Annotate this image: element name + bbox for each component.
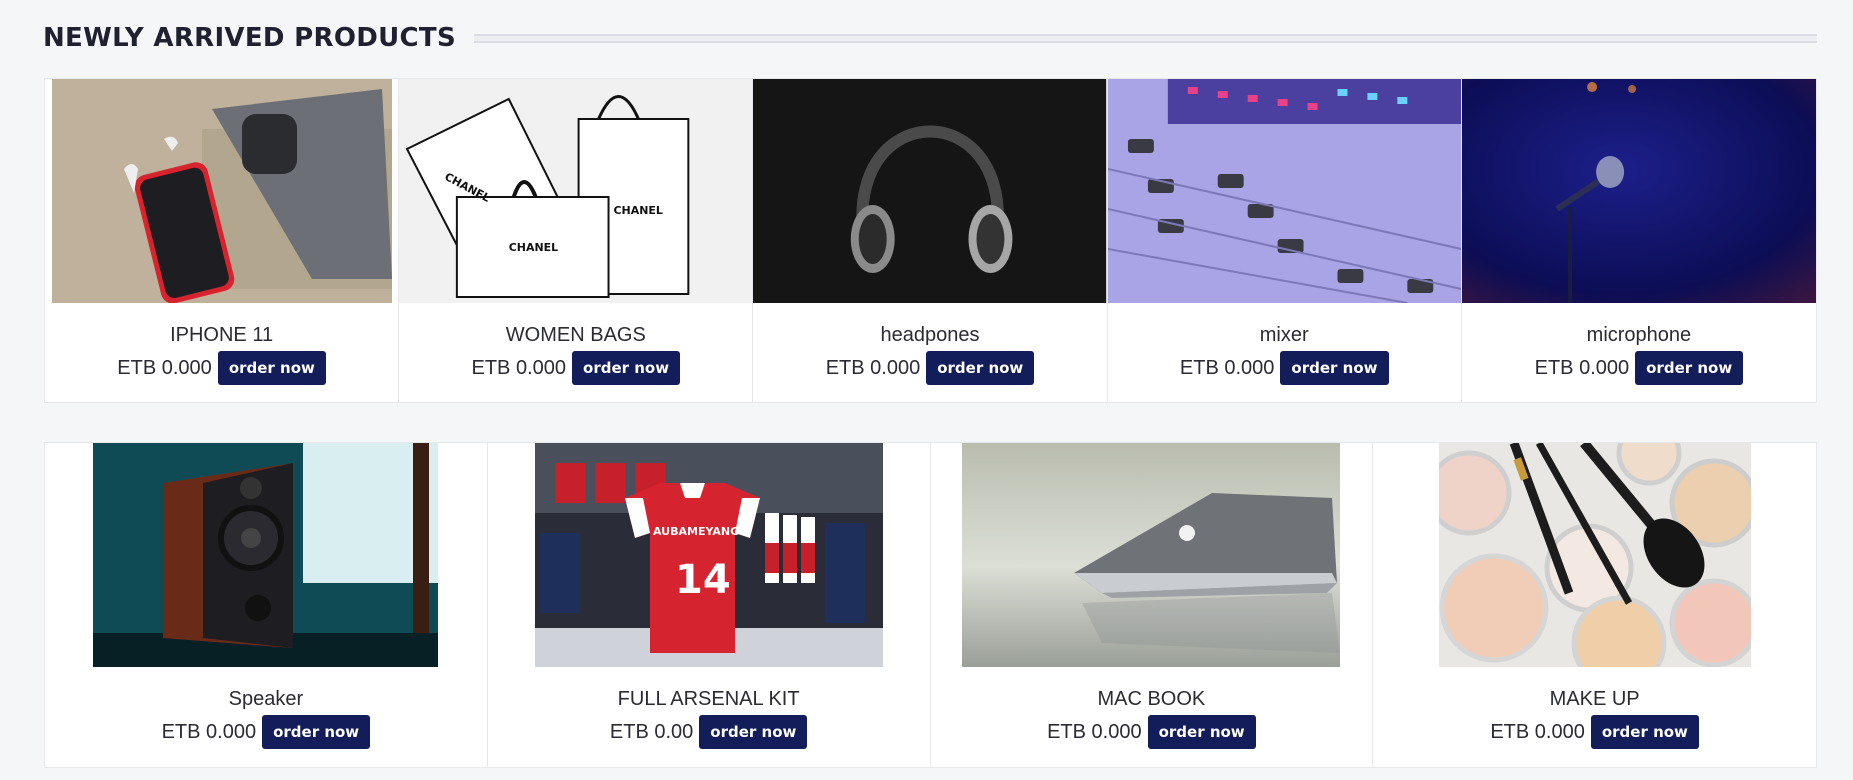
price-line: ETB 0.000 order now	[1047, 715, 1256, 749]
product-row-2: Speaker ETB 0.000 order now 14 AUBAMEYAN…	[44, 442, 1817, 768]
product-image-headphones[interactable]	[753, 79, 1107, 303]
product-name: microphone	[1586, 324, 1692, 346]
title-divider	[473, 33, 1817, 43]
product-name: FULL ARSENAL KIT	[617, 688, 800, 710]
product-image-arsenal-kit[interactable]: 14 AUBAMEYANG	[534, 443, 883, 667]
product-price: ETB 0.000	[1490, 720, 1585, 743]
order-now-button[interactable]: order now	[1280, 351, 1389, 385]
jersey-name: AUBAMEYANG	[653, 525, 739, 538]
product-image-microphone[interactable]	[1461, 79, 1817, 303]
order-now-button[interactable]: order now	[262, 715, 371, 749]
order-now-button[interactable]: order now	[1635, 351, 1744, 385]
price-line: ETB 0.000 order now	[1535, 351, 1744, 385]
order-now-button[interactable]: order now	[699, 715, 808, 749]
order-now-button[interactable]: order now	[1590, 715, 1699, 749]
product-name: WOMEN BAGS	[505, 324, 646, 346]
price-line: ETB 0.00 order now	[609, 715, 808, 749]
product-price: ETB 0.000	[471, 356, 567, 379]
bag-brand-label: CHANEL	[509, 241, 558, 254]
product-price: ETB 0.00	[609, 720, 694, 743]
product-row-1: IPHONE 11 ETB 0.000 order now CHANEL CHA…	[44, 78, 1817, 403]
order-now-button[interactable]: order now	[217, 351, 326, 385]
section-header: NEWLY ARRIVED PRODUCTS	[43, 18, 1817, 58]
product-image-mixer[interactable]	[1107, 79, 1461, 303]
product-price: ETB 0.000	[1047, 720, 1142, 743]
product-card-women-bags: CHANEL CHANEL CHANEL WOMEN BAGS ETB 0.00…	[399, 79, 754, 402]
product-card-microphone: microphone ETB 0.000 order now	[1461, 79, 1817, 402]
bag-brand-label-2: CHANEL	[614, 204, 663, 217]
jersey-number: 14	[675, 557, 731, 603]
product-name: MAC BOOK	[1097, 688, 1206, 710]
product-card-mac-book: MAC BOOK ETB 0.000 order now	[931, 443, 1374, 767]
order-now-button[interactable]: order now	[572, 351, 681, 385]
product-image-speaker[interactable]	[93, 443, 439, 667]
product-name: MAKE UP	[1549, 688, 1640, 710]
price-line: ETB 0.000 order now	[472, 351, 681, 385]
product-image-bags[interactable]: CHANEL CHANEL CHANEL	[399, 79, 753, 303]
product-image-makeup[interactable]	[1438, 443, 1751, 667]
product-image-iphone[interactable]	[51, 79, 392, 303]
product-name: mixer	[1259, 324, 1309, 346]
product-name: Speaker	[228, 688, 304, 710]
order-now-button[interactable]: order now	[1147, 715, 1256, 749]
section-title: NEWLY ARRIVED PRODUCTS	[43, 23, 456, 53]
product-name: headpones	[880, 324, 980, 346]
product-card-full-arsenal-kit: 14 AUBAMEYANG FULL ARSENAL KIT ETB 0.00 …	[488, 443, 931, 767]
product-card-iphone-11: IPHONE 11 ETB 0.000 order now	[45, 79, 400, 402]
product-card-mixer: mixer ETB 0.000 order now	[1107, 79, 1462, 402]
order-now-button[interactable]: order now	[926, 351, 1035, 385]
price-line: ETB 0.000 order now	[1180, 351, 1389, 385]
product-card-speaker: Speaker ETB 0.000 order now	[45, 443, 488, 767]
product-card-make-up: MAKE UP ETB 0.000 order now	[1373, 443, 1816, 767]
product-name: IPHONE 11	[170, 324, 274, 346]
product-price: ETB 0.000	[1534, 356, 1630, 379]
product-price: ETB 0.000	[117, 356, 212, 379]
price-line: ETB 0.000 order now	[162, 715, 371, 749]
product-price: ETB 0.000	[1179, 356, 1275, 379]
product-price: ETB 0.000	[161, 720, 257, 743]
price-line: ETB 0.000 order now	[826, 351, 1035, 385]
price-line: ETB 0.000 order now	[117, 351, 326, 385]
product-price: ETB 0.000	[825, 356, 921, 379]
product-card-headpones: headpones ETB 0.000 order now	[753, 79, 1108, 402]
price-line: ETB 0.000 order now	[1490, 715, 1699, 749]
product-image-macbook[interactable]	[962, 443, 1341, 667]
